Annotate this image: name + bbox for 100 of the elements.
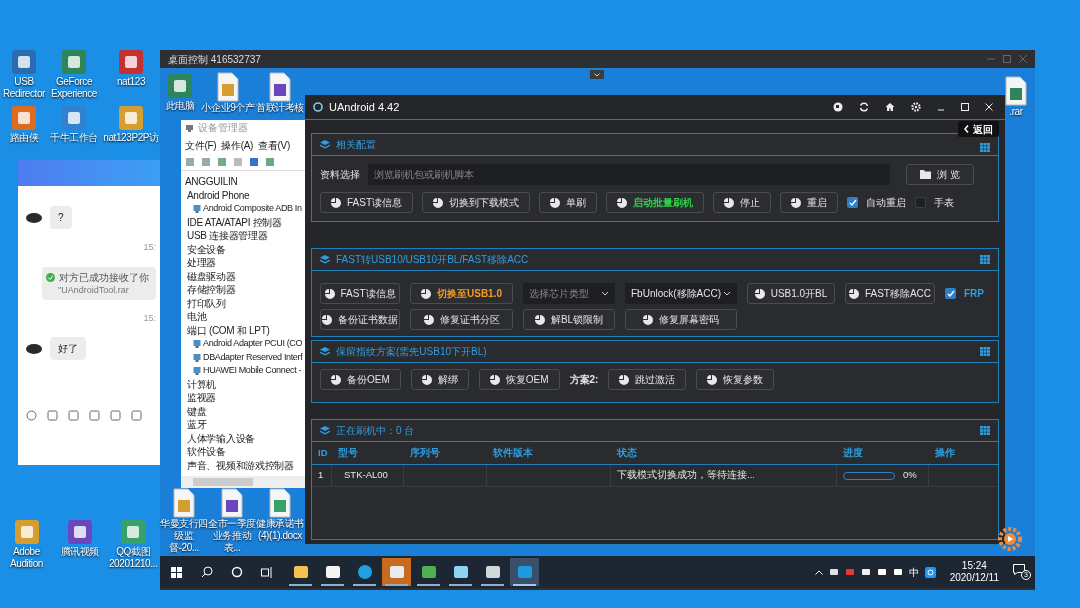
tree-item[interactable]: Android Adapter PCUI (CO (203, 337, 303, 351)
layers-icon (320, 139, 330, 150)
column-header: 状态 (615, 445, 638, 460)
notification-icon[interactable] (1013, 564, 1025, 575)
action-button[interactable]: FAST移除ACC (845, 283, 935, 304)
settings-icon[interactable] (911, 102, 921, 112)
tree-item[interactable]: 打印队列 (187, 295, 226, 311)
tree-item[interactable]: Android Composite ADB In (203, 202, 302, 216)
icon-label[interactable]: 小企业9个产 (201, 102, 255, 114)
tray-icon[interactable] (860, 567, 871, 577)
checkbox[interactable] (945, 288, 956, 299)
pie-icon (707, 374, 718, 385)
action-button[interactable]: 备份OEM (320, 369, 401, 390)
tree-item[interactable]: Android Phone (187, 187, 250, 203)
tree-item[interactable]: 端口 (COM 和 LPT) (187, 322, 270, 338)
dropdown[interactable]: FbUnlock(移除ACC) (625, 283, 737, 304)
tray-icon[interactable] (828, 567, 839, 577)
app-icon (516, 564, 533, 580)
tray-icon[interactable] (924, 566, 936, 578)
toolbar-icon[interactable] (110, 409, 121, 421)
browse-button[interactable]: 浏 览 (906, 164, 974, 185)
tree-item[interactable]: 软件设备 (187, 444, 226, 460)
action-button[interactable]: 修复证书分区 (410, 309, 513, 330)
menu-item[interactable]: 文件(F) (185, 137, 217, 153)
tree-item[interactable]: 磁盘驱动器 (187, 268, 236, 284)
tree-item[interactable]: IDE ATA/ATAPI 控制器 (187, 214, 282, 230)
icon-label[interactable]: 健康承诺书(4)(1).docx (256, 518, 304, 542)
pie-icon (791, 197, 801, 208)
action-button[interactable]: 切换至USB1.0 (410, 283, 513, 304)
toolbar-icon[interactable] (249, 156, 259, 167)
tree-item[interactable]: 处理器 (187, 255, 217, 271)
grid-icon[interactable] (980, 143, 990, 152)
action-button[interactable]: 解BL锁限制 (523, 309, 615, 330)
toolbar-icon[interactable] (217, 156, 227, 167)
toolbar-icon[interactable] (26, 409, 37, 421)
tree-item[interactable]: 声音、视频和游戏控制器 (187, 457, 294, 473)
scrollbar[interactable] (181, 476, 305, 488)
tree-item[interactable]: 计算机 (187, 376, 217, 392)
action-button[interactable]: 备份证书数据 (320, 309, 400, 330)
icon-label[interactable]: .rar (1009, 106, 1023, 118)
icon-label[interactable]: 此电脑 (165, 100, 195, 112)
action-button[interactable]: 重启 (780, 192, 838, 213)
action-button[interactable]: FAST读信息 (320, 192, 413, 213)
action-button[interactable]: 恢复参数 (696, 369, 775, 390)
checkbox[interactable] (915, 197, 926, 208)
chevron-up-icon[interactable] (814, 569, 823, 575)
tree-item[interactable]: 电池 (187, 309, 207, 325)
action-button[interactable]: USB1.0开BL (747, 283, 835, 304)
icon-label[interactable]: 全市一季度业务推动表... (208, 518, 256, 554)
toolbar-icon[interactable] (131, 409, 142, 421)
tree-item[interactable]: DBAdapter Reserved Interf (203, 350, 303, 364)
action-button[interactable]: 解绑 (410, 369, 469, 390)
file-path-field[interactable]: 浏览刷机包或刷机脚本 (368, 164, 890, 185)
grid-icon[interactable] (980, 255, 990, 264)
action-button[interactable]: 切换到下载模式 (422, 192, 530, 213)
checkbox-label: 自动重启 (866, 196, 906, 210)
checkbox[interactable] (847, 197, 858, 208)
tree-item[interactable]: 人体学输入设备 (187, 430, 255, 446)
tree-item[interactable]: 监视器 (187, 390, 217, 406)
grid-icon[interactable] (980, 347, 990, 356)
collapse-button[interactable] (590, 70, 604, 79)
action-button[interactable]: 单刷 (539, 192, 597, 213)
dropdown[interactable]: 选择芯片类型 (523, 283, 615, 304)
menu-item[interactable]: 操作(A) (221, 137, 254, 153)
action-button[interactable]: 启动批量刷机 (606, 192, 704, 213)
tree-item[interactable]: 蓝牙 (187, 417, 207, 433)
app-icon (452, 564, 469, 580)
message-time: 15: (143, 311, 156, 325)
tree-item[interactable]: USB 连接器管理器 (187, 228, 268, 244)
toolbar-icon[interactable] (47, 409, 58, 421)
tray-icon[interactable] (876, 567, 887, 577)
toolbar-icon[interactable] (89, 409, 100, 421)
home-icon[interactable] (885, 102, 895, 112)
field-label: 资料选择 (320, 168, 360, 182)
notice-text: 对方已成功接收了你 (59, 270, 149, 284)
tree-item[interactable]: 键盘 (187, 403, 207, 419)
icon-label[interactable]: 华曼支行四级监督-20... (160, 518, 208, 554)
toolbar-icon[interactable] (265, 156, 275, 167)
toolbar-icon[interactable] (68, 409, 79, 421)
tree-item[interactable]: 安全设备 (187, 241, 226, 257)
file-icon (1003, 76, 1029, 106)
tree-item[interactable]: HUAWEI Mobile Connect - (203, 364, 302, 378)
menu-item[interactable]: 查看(V) (258, 137, 290, 153)
back-button[interactable]: 返回 (958, 121, 999, 137)
tree-item[interactable]: ANGGUILIN (185, 174, 238, 190)
action-button[interactable]: 修复屏幕密码 (625, 309, 737, 330)
action-button[interactable]: 恢复OEM (478, 369, 560, 390)
message-time: 15: (143, 241, 156, 254)
tree-item[interactable]: 存储控制器 (187, 282, 236, 298)
tray-icon[interactable] (892, 567, 903, 577)
app-icon (420, 564, 437, 580)
refresh-icon[interactable] (859, 102, 869, 112)
action-button[interactable]: 停止 (713, 192, 771, 213)
gear-icon[interactable] (998, 527, 1022, 551)
input-method-indicator[interactable]: 中 (908, 564, 919, 580)
avatar-icon (26, 343, 42, 354)
action-button[interactable]: FAST读信息 (320, 283, 400, 304)
action-button[interactable]: 跳过激活 (608, 369, 687, 390)
icon-label[interactable]: 首联计考核 (256, 102, 304, 114)
grid-icon[interactable] (980, 426, 990, 435)
